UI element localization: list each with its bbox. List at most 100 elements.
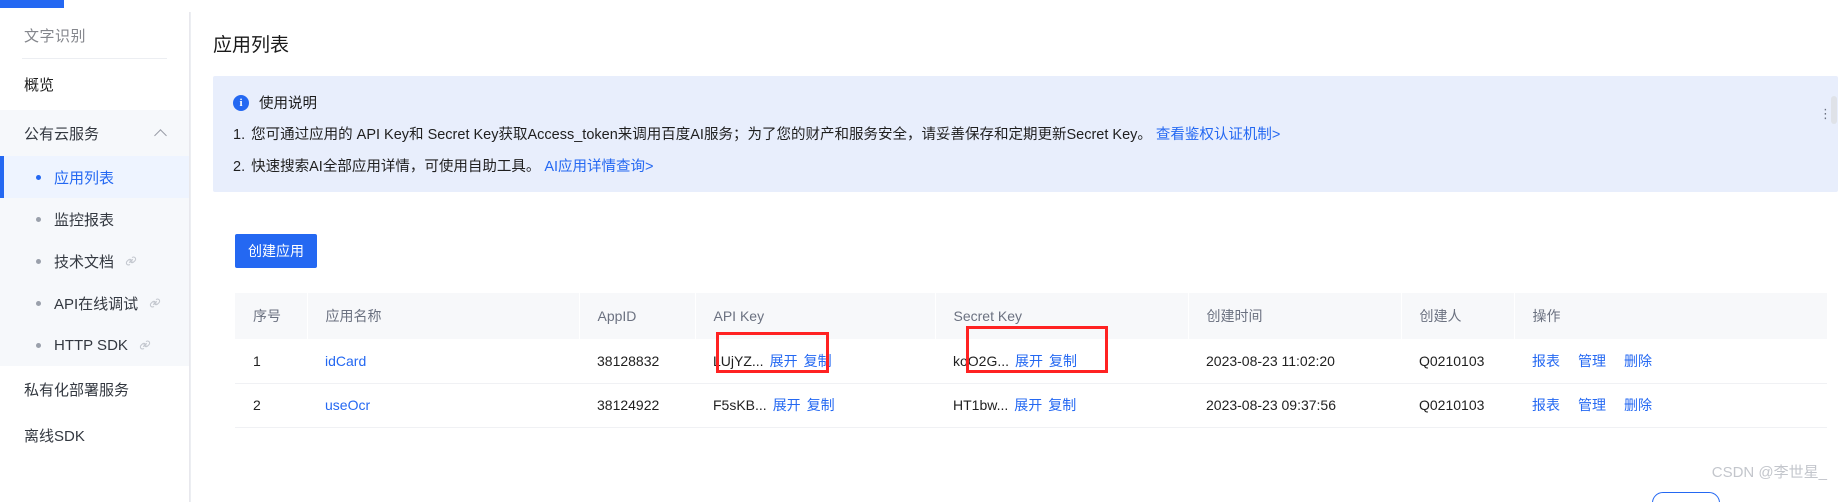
report-action-link[interactable]: 报表	[1532, 353, 1560, 369]
sidebar-item-monitor-report-label: 监控报表	[54, 211, 115, 229]
app-name-link[interactable]: useOcr	[325, 397, 370, 413]
secret-key-copy-link[interactable]: 复制	[1049, 353, 1077, 369]
cell-app-name: useOcr	[307, 383, 579, 428]
column-header-creator: 创建人	[1401, 293, 1515, 339]
column-header-app-name: 应用名称	[307, 293, 580, 339]
bullet-icon	[36, 174, 41, 180]
cell-appid: 38124922	[579, 383, 695, 428]
cell-created-at: 2023-08-23 09:37:56	[1188, 383, 1401, 428]
api-key-expand-link[interactable]: 展开	[770, 353, 798, 369]
api-key-value: F5sKB...	[713, 397, 767, 413]
sidebar-item-private-deploy[interactable]: 私有化部署服务	[0, 366, 189, 412]
column-header-appid: AppID	[579, 293, 696, 339]
delete-action-link[interactable]: 删除	[1624, 353, 1652, 369]
cell-creator: Q0210103	[1401, 383, 1514, 428]
report-action-link[interactable]: 报表	[1532, 397, 1560, 413]
banner-line-1-text: 您可通过应用的 API Key和 Secret Key获取Access_toke…	[251, 127, 1152, 143]
usage-info-banner: i 使用说明 1. 您可通过应用的 API Key和 Secret Key获取A…	[213, 76, 1838, 192]
cell-index: 2	[235, 383, 307, 428]
external-link-icon	[148, 296, 162, 310]
ai-app-detail-query-link[interactable]: AI应用详情查询>	[544, 159, 653, 175]
secret-key-expand-link[interactable]: 展开	[1014, 397, 1042, 413]
banner-line-2-text: 快速搜索AI全部应用详情，可使用自助工具。	[251, 159, 541, 176]
cell-appid: 38128832	[579, 339, 695, 384]
sidebar-item-offline-sdk-label: 离线SDK	[24, 427, 85, 445]
table-header-row: 序号 应用名称 AppID API Key Secret Key 创建时间 创建…	[235, 293, 1827, 339]
bottom-partial-control[interactable]	[1652, 492, 1720, 502]
external-link-icon	[124, 254, 138, 268]
page-title: 应用列表	[213, 35, 290, 56]
column-header-actions: 操作	[1514, 293, 1827, 339]
csdn-watermark: CSDN @李世星_	[1711, 464, 1827, 481]
sidebar-item-api-debug-label: API在线调试	[54, 295, 139, 313]
api-key-copy-link[interactable]: 复制	[804, 353, 832, 369]
secret-key-copy-link[interactable]: 复制	[1048, 397, 1076, 413]
sidebar-group-header[interactable]: 公有云服务	[0, 110, 189, 156]
bullet-icon	[36, 342, 41, 348]
sidebar-item-overview[interactable]: 概览	[0, 59, 189, 110]
delete-action-link[interactable]: 删除	[1624, 397, 1652, 413]
bullet-icon	[36, 300, 41, 306]
sidebar-item-private-deploy-label: 私有化部署服务	[24, 381, 130, 399]
cell-created-at: 2023-08-23 11:02:20	[1188, 339, 1401, 384]
manage-action-link[interactable]: 管理	[1578, 397, 1606, 413]
column-header-index: 序号	[235, 293, 308, 339]
banner-line-1: 1. 您可通过应用的 API Key和 Secret Key获取Access_t…	[233, 125, 1838, 145]
cell-actions: 报表 管理 删除	[1514, 339, 1827, 384]
cell-index: 1	[235, 339, 307, 384]
app-name-link[interactable]: idCard	[325, 353, 366, 369]
api-key-copy-link[interactable]: 复制	[807, 397, 835, 413]
sidebar-item-tech-doc[interactable]: 技术文档	[0, 240, 189, 282]
banner-title: 使用说明	[259, 96, 317, 112]
auth-mechanism-link[interactable]: 查看鉴权认证机制>	[1156, 127, 1280, 143]
sidebar-product-name: 文字识别	[24, 27, 87, 45]
bullet-icon	[36, 258, 41, 264]
api-key-value: LUjYZ...	[713, 352, 764, 369]
sidebar-item-overview-label: 概览	[24, 77, 55, 94]
sidebar-item-http-sdk-label: HTTP SDK	[54, 336, 128, 354]
table-row: 1 idCard 38128832 LUjYZ... 展开 复制 koO2G... 展…	[235, 339, 1827, 384]
bullet-icon	[36, 216, 41, 222]
sidebar-item-app-list[interactable]: 应用列表	[0, 156, 189, 198]
api-key-expand-link[interactable]: 展开	[773, 397, 801, 413]
banner-line-2-index: 2.	[233, 159, 246, 176]
sidebar-item-app-list-label: 应用列表	[54, 169, 115, 187]
main-content: 应用列表 i 使用说明 1. 您可通过应用的 API Key和 Secret K…	[190, 12, 1839, 502]
banner-line-2: 2. 快速搜索AI全部应用详情，可使用自助工具。 AI应用详情查询>	[233, 157, 1838, 177]
cell-actions: 报表 管理 删除	[1514, 383, 1827, 428]
manage-action-link[interactable]: 管理	[1578, 353, 1606, 369]
cell-app-name: idCard	[307, 339, 579, 384]
sidebar-group-label: 公有云服务	[24, 125, 100, 143]
sidebar-item-http-sdk[interactable]: HTTP SDK	[0, 324, 189, 366]
sidebar-group-public-cloud: 公有云服务 应用列表 监控报表 技术文档 API在线调试 HTTP SDK	[0, 110, 189, 366]
external-link-icon	[138, 338, 152, 352]
cell-api-key: LUjYZ... 展开 复制	[695, 339, 935, 384]
column-header-secret-key: Secret Key	[935, 293, 1189, 339]
top-accent-bar	[0, 0, 64, 8]
sidebar-item-api-debug[interactable]: API在线调试	[0, 282, 189, 324]
info-icon: i	[233, 94, 249, 111]
secret-key-value: koO2G...	[953, 352, 1010, 369]
table-row: 2 useOcr 38124922 F5sKB... 展开 复制 HT1bw... 展…	[235, 383, 1827, 428]
app-page: 文字识别 概览 公有云服务 应用列表 监控报表 技术文档 API在线调试 HTT…	[0, 0, 1839, 502]
chevron-up-icon	[155, 127, 167, 139]
column-header-created-at: 创建时间	[1188, 293, 1402, 339]
banner-line-1-index: 1.	[233, 127, 246, 143]
sidebar-item-offline-sdk[interactable]: 离线SDK	[0, 412, 189, 458]
table-body: 1 idCard 38128832 LUjYZ... 展开 复制 koO2G... 展…	[235, 339, 1827, 428]
secret-key-value: HT1bw...	[953, 397, 1009, 413]
app-list-table: 序号 应用名称 AppID API Key Secret Key 创建时间 创建…	[235, 293, 1827, 428]
secret-key-expand-link[interactable]: 展开	[1015, 353, 1043, 369]
create-app-button[interactable]: 创建应用	[235, 234, 317, 268]
scrollbar-thumb[interactable]	[1831, 96, 1837, 124]
table-header: 序号 应用名称 AppID API Key Secret Key 创建时间 创建…	[235, 293, 1827, 339]
app-list-panel: 创建应用 序号 应用名称 AppID API Key Secret Key 创建…	[213, 208, 1838, 502]
cell-secret-key: koO2G... 展开 复制	[935, 339, 1188, 384]
cell-creator: Q0210103	[1401, 339, 1514, 384]
sidebar: 文字识别 概览 公有云服务 应用列表 监控报表 技术文档 API在线调试 HTT…	[0, 12, 190, 502]
cell-api-key: F5sKB... 展开 复制	[695, 383, 935, 428]
sidebar-item-monitor-report[interactable]: 监控报表	[0, 198, 189, 240]
column-header-api-key: API Key	[695, 293, 936, 339]
banner-header: i 使用说明	[233, 92, 1838, 113]
cell-secret-key: HT1bw... 展开 复制	[935, 383, 1188, 428]
